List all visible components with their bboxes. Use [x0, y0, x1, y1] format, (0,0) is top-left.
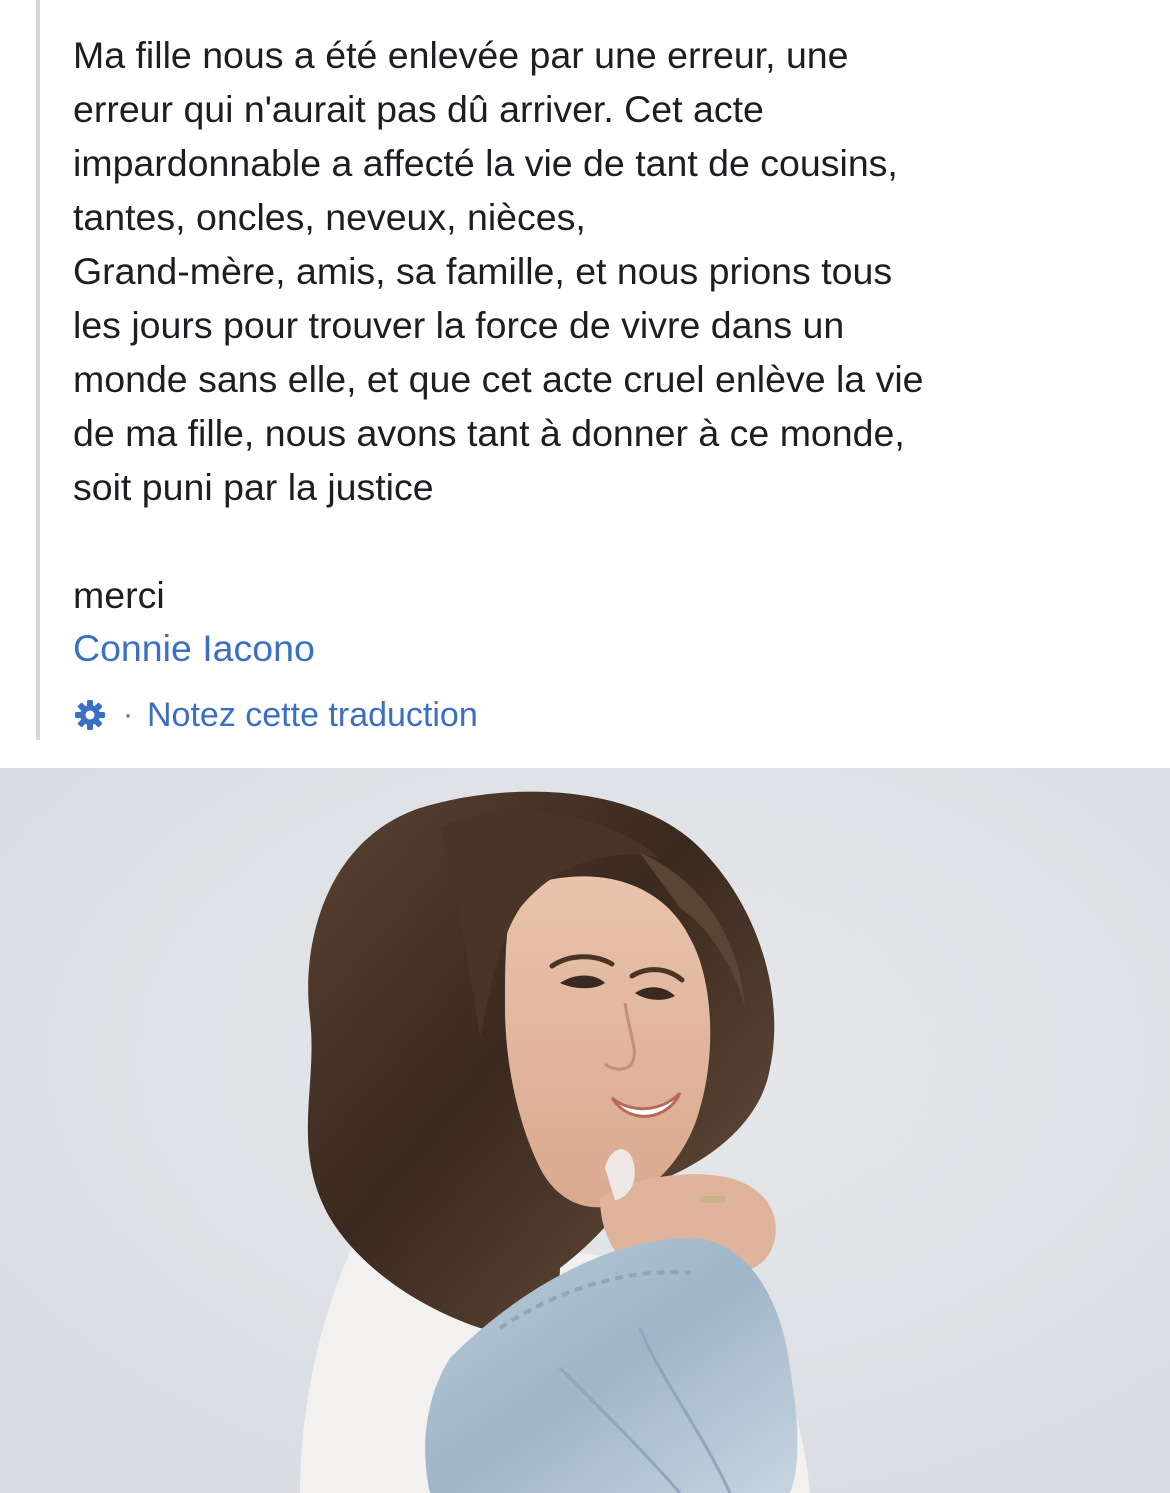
post-signoff: merci	[73, 574, 165, 616]
rate-translation-link[interactable]: Notez cette traduction	[147, 696, 478, 735]
author-link[interactable]: Connie Iacono	[73, 621, 315, 675]
translation-rating-row: · Notez cette traduction	[73, 692, 478, 738]
separator-dot: ·	[123, 698, 133, 731]
gear-icon[interactable]	[73, 698, 107, 732]
shared-post-quote: Ma fille nous a été enlevée par une erre…	[0, 0, 1170, 740]
post-photo[interactable]	[0, 768, 1170, 1493]
quote-bar	[36, 0, 40, 740]
post-body-text: Ma fille nous a été enlevée par une erre…	[73, 34, 924, 508]
